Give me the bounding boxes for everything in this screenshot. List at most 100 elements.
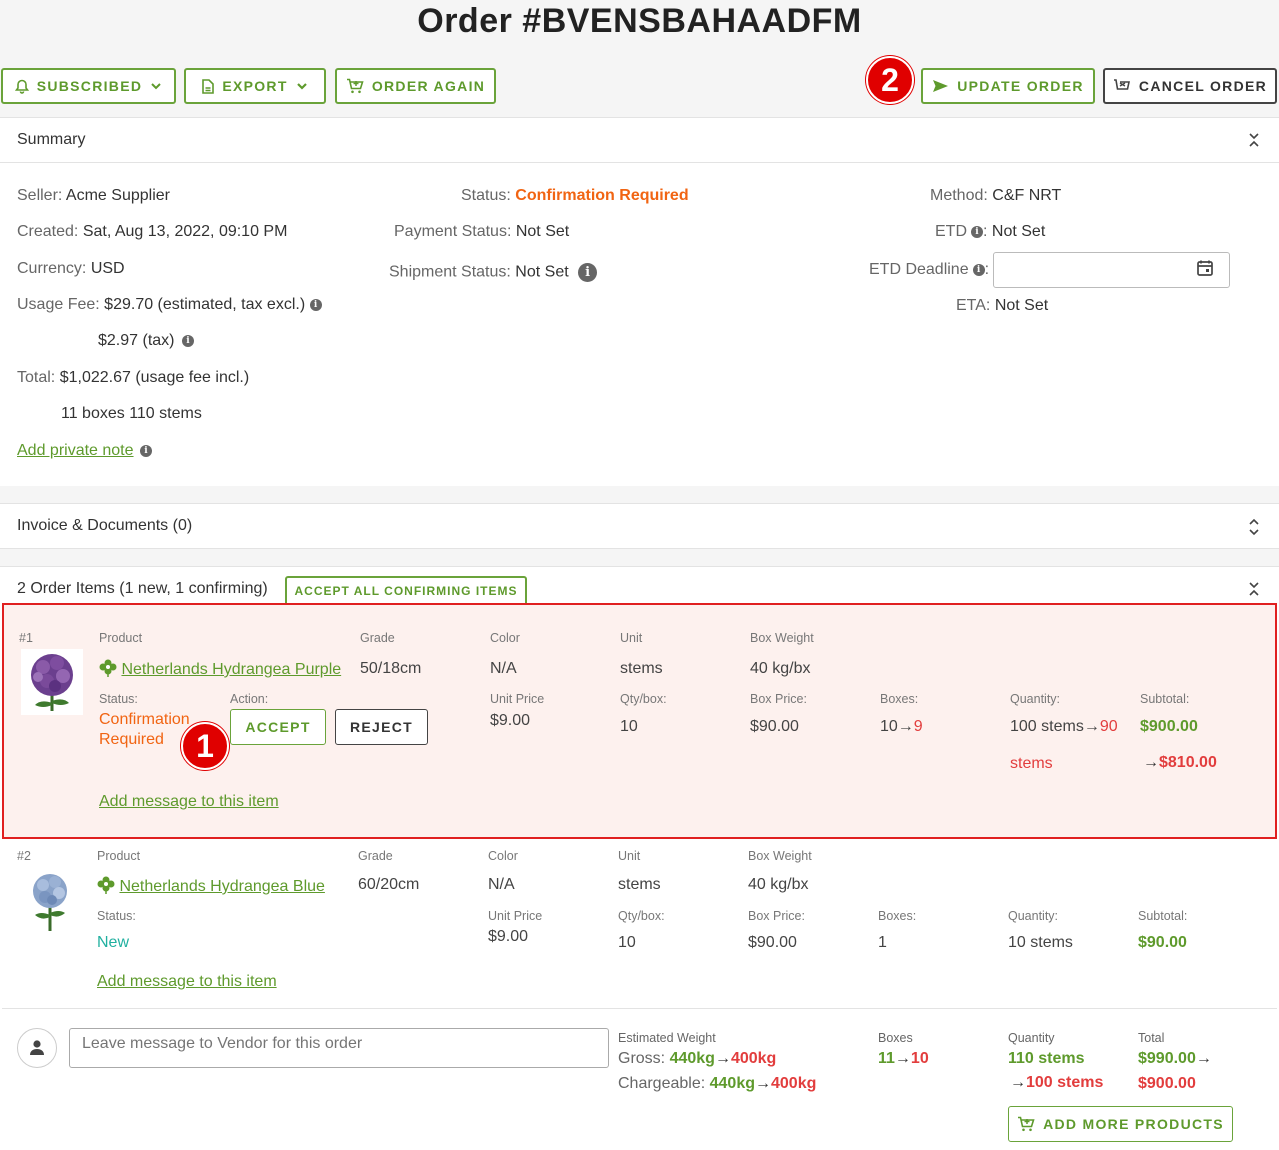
eta-label: ETA: xyxy=(956,297,991,314)
summary-header[interactable]: Summary xyxy=(0,117,1279,163)
quantity-header: Quantity: xyxy=(1010,692,1061,706)
accept-all-button[interactable]: ACCEPT ALL CONFIRMING ITEMS xyxy=(285,576,527,606)
usage-tax-row: $2.97 (tax) i xyxy=(98,332,194,350)
chargeable-old: 440kg xyxy=(709,1075,755,1092)
usage-fee-row: Usage Fee: $29.70 (estimated, tax excl.)… xyxy=(17,296,322,314)
subscribed-button[interactable]: SUBSCRIBED xyxy=(1,68,176,104)
items-header[interactable]: 2 Order Items (1 new, 1 confirming) ACCE… xyxy=(0,566,1279,606)
invoice-header[interactable]: Invoice & Documents (0) xyxy=(0,503,1279,549)
total-change: $990.00→ xyxy=(1138,1050,1212,1068)
info-icon[interactable]: i xyxy=(972,263,985,276)
usage-fee-value: $29.70 (estimated, tax excl.) xyxy=(104,296,306,313)
subtotal-new: $810.00 xyxy=(1159,754,1217,771)
boxes-header: Boxes: xyxy=(880,692,919,706)
total-label: Total xyxy=(1138,1031,1165,1045)
chargeable-new: 400kg xyxy=(771,1075,817,1092)
calendar-icon[interactable] xyxy=(1196,259,1214,277)
boxes-change: 10→9 xyxy=(880,718,923,736)
color-header: Color xyxy=(488,849,518,863)
add-message-link[interactable]: Add message to this item xyxy=(99,793,279,810)
private-note-row: Add private note i xyxy=(17,442,152,460)
boxes-total-new: 10 xyxy=(910,1050,929,1067)
send-icon xyxy=(933,80,949,92)
export-label: EXPORT xyxy=(222,78,288,94)
box-weight-header: Box Weight xyxy=(748,849,812,863)
cancel-order-button[interactable]: CANCEL ORDER xyxy=(1103,68,1277,104)
seller-label: Seller: xyxy=(17,187,63,204)
arrow: → xyxy=(1195,1050,1212,1067)
box-weight-header: Box Weight xyxy=(750,631,814,645)
color-header: Color xyxy=(490,631,520,645)
info-icon[interactable]: i xyxy=(139,444,152,457)
accept-button[interactable]: ACCEPT xyxy=(230,709,326,745)
add-private-note-link[interactable]: Add private note xyxy=(17,442,134,459)
item-status-line2: Required xyxy=(99,731,164,748)
box-price-value: $90.00 xyxy=(750,718,799,735)
qty-box-value: 10 xyxy=(618,934,636,951)
collapse-icon[interactable] xyxy=(1247,580,1261,598)
reject-button[interactable]: REJECT xyxy=(335,709,428,745)
grade-value: 50/18cm xyxy=(360,660,422,677)
product-link[interactable]: Netherlands Hydrangea Purple xyxy=(121,661,341,678)
unit-price-header: Unit Price xyxy=(488,909,543,923)
boxes-label: Boxes xyxy=(878,1031,913,1045)
method-value: C&F NRT xyxy=(992,187,1062,204)
add-message-row: Add message to this item xyxy=(97,973,277,991)
info-icon[interactable]: i xyxy=(181,334,194,347)
item-status-line1: Confirmation xyxy=(99,711,190,728)
subtotal-old: $900.00 xyxy=(1140,718,1198,735)
gross-row: Gross: 440kg→400kg xyxy=(618,1050,776,1068)
user-icon xyxy=(30,1040,44,1055)
usage-tax-value: $2.97 (tax) xyxy=(98,332,175,349)
document-icon xyxy=(202,78,215,94)
product-name-row: Netherlands Hydrangea Blue xyxy=(97,876,325,896)
subscribed-label: SUBSCRIBED xyxy=(36,78,143,94)
subtotal-header: Subtotal: xyxy=(1140,692,1190,706)
info-icon[interactable]: i xyxy=(971,225,983,238)
arrow: → xyxy=(1143,754,1159,771)
chargeable-row: Chargeable: 440kg→400kg xyxy=(618,1075,816,1093)
boxes-total-change: 11→10 xyxy=(878,1050,929,1068)
total-label: Total: xyxy=(17,369,56,386)
expand-icon[interactable] xyxy=(1247,517,1261,537)
seller-value: Acme Supplier xyxy=(65,187,170,204)
page-title: Order #BVENSBAHAADFM xyxy=(417,2,862,40)
add-message-row: Add message to this item xyxy=(99,793,279,811)
product-image xyxy=(21,649,83,715)
payment-status-label: Payment Status: xyxy=(394,223,512,240)
hydrangea-purple-image xyxy=(31,654,73,711)
export-button[interactable]: EXPORT xyxy=(184,68,326,104)
etd-deadline-input[interactable] xyxy=(993,252,1230,288)
qty-box-value: 10 xyxy=(620,718,638,735)
etd-deadline-row: ETD Deadline i: xyxy=(869,261,990,278)
boxes-new: 9 xyxy=(913,718,923,735)
qty-box-header: Qty/box: xyxy=(620,692,667,706)
gross-new: 400kg xyxy=(730,1050,777,1067)
info-icon[interactable]: i xyxy=(578,263,598,282)
quantity-value: 10 stems xyxy=(1008,934,1073,951)
update-order-button[interactable]: UPDATE ORDER xyxy=(921,68,1095,104)
total-old: $990.00 xyxy=(1138,1050,1196,1067)
info-icon[interactable]: i xyxy=(309,298,322,311)
boxes-header: Boxes: xyxy=(878,909,917,923)
etd-row: ETD i: Not Set xyxy=(935,223,1046,240)
cart-add-icon xyxy=(346,78,364,94)
box-weight-value: 40 kg/bx xyxy=(750,660,811,677)
etd-deadline-label: ETD Deadline xyxy=(869,261,969,278)
order-again-button[interactable]: ORDER AGAIN xyxy=(335,68,496,104)
vendor-message-input[interactable] xyxy=(69,1028,609,1068)
flower-icon xyxy=(99,659,117,677)
add-message-link[interactable]: Add message to this item xyxy=(97,973,277,990)
order-item-1: #1 Product Netherlands Hydrangea Purple … xyxy=(2,603,1277,839)
unit-price-value: $9.00 xyxy=(490,712,531,729)
unit-price-value: $9.00 xyxy=(488,928,529,945)
status-header: Status: xyxy=(99,692,138,706)
bell-icon xyxy=(14,79,29,94)
avatar xyxy=(17,1028,57,1068)
product-link[interactable]: Netherlands Hydrangea Blue xyxy=(119,878,324,895)
section-gap xyxy=(0,486,1279,503)
est-weight-label: Estimated Weight xyxy=(618,1031,716,1045)
collapse-icon[interactable] xyxy=(1247,131,1261,149)
add-more-products-button[interactable]: ADD MORE PRODUCTS xyxy=(1008,1106,1233,1142)
currency-label: Currency: xyxy=(17,260,87,277)
